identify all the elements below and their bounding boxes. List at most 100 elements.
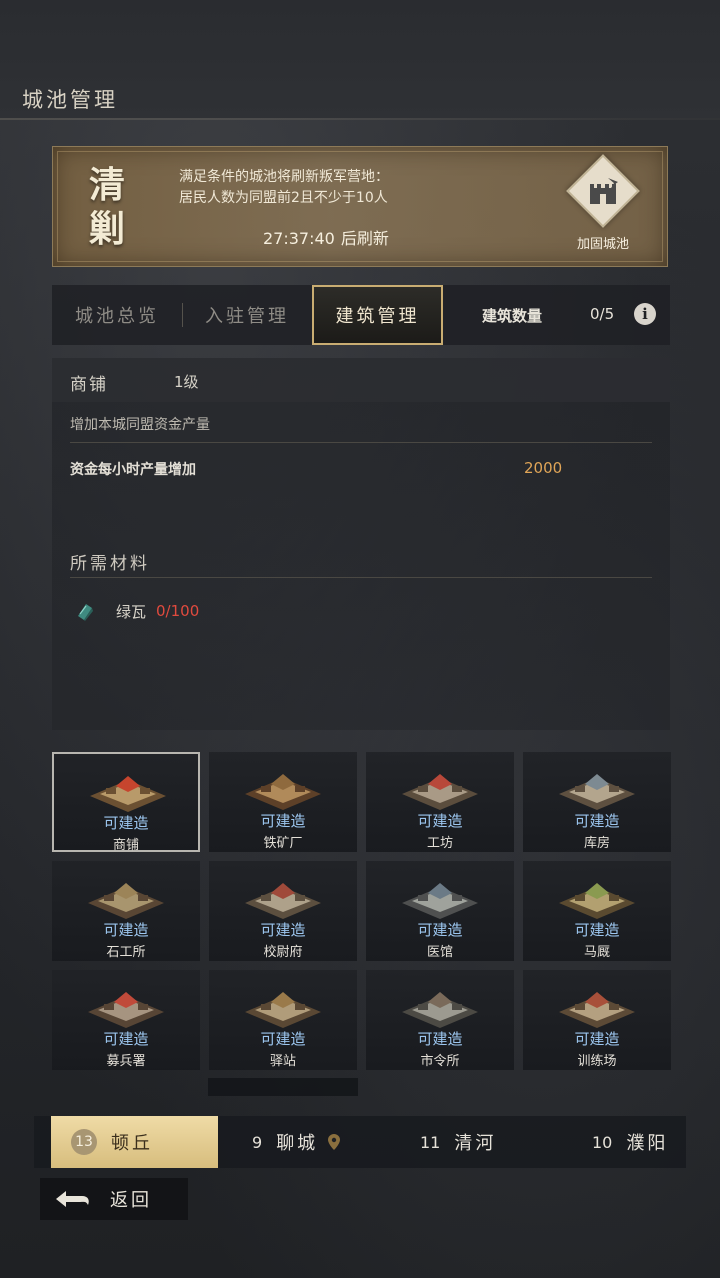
building-cell-name: 马厩 bbox=[583, 945, 610, 960]
building-cell-name: 石工所 bbox=[106, 945, 146, 960]
building-cell[interactable]: 可建造 铁矿厂 bbox=[209, 752, 357, 852]
detail-header: 商铺 1级 bbox=[52, 358, 670, 402]
material-name: 绿瓦 bbox=[116, 602, 147, 621]
building-cell[interactable]: 可建造 训练场 bbox=[523, 970, 671, 1070]
grid-empty-slot bbox=[208, 1078, 358, 1096]
city-name: 聊城 bbox=[276, 1133, 319, 1154]
building-cell-name: 工坊 bbox=[426, 836, 453, 851]
city-number: 10 bbox=[592, 1132, 613, 1152]
building-cell-name: 校尉府 bbox=[263, 945, 303, 960]
building-status: 可建造 bbox=[417, 921, 463, 939]
timer-suffix: 后刷新 bbox=[340, 229, 389, 248]
building-thumbnail-icon bbox=[402, 774, 478, 810]
building-cell-name: 市令所 bbox=[420, 1054, 460, 1069]
building-detail-panel: 商铺 1级 增加本城同盟资金产量 资金每小时产量增加 2000 所需材料 绿瓦 … bbox=[52, 358, 670, 730]
building-thumbnail-icon bbox=[90, 776, 166, 812]
building-thumbnail-icon bbox=[559, 992, 635, 1028]
building-cell-name: 募兵署 bbox=[106, 1054, 146, 1069]
back-arrow-icon bbox=[56, 1191, 89, 1207]
tab-city-overview[interactable]: 城池总览 bbox=[52, 285, 182, 345]
building-cell-name: 商铺 bbox=[112, 838, 139, 853]
timer-value: 27:37:40 bbox=[263, 229, 335, 248]
back-label: 返回 bbox=[110, 1190, 152, 1211]
green-tile-icon bbox=[78, 604, 93, 621]
city-selector: 13 顿丘 9 聊城 11 清河 10 濮阳 bbox=[34, 1116, 686, 1168]
tab-residency-management[interactable]: 入驻管理 bbox=[184, 285, 310, 345]
location-pin-icon bbox=[328, 1134, 341, 1150]
banner-line-1: 满足条件的城池将刷新叛军营地： bbox=[179, 169, 389, 185]
building-status: 可建造 bbox=[574, 812, 620, 830]
building-status: 可建造 bbox=[103, 814, 149, 832]
refresh-timer: 27:37:40 后刷新 bbox=[263, 225, 395, 249]
building-status: 可建造 bbox=[417, 1030, 463, 1048]
building-status: 可建造 bbox=[260, 1030, 306, 1048]
city-name: 顿丘 bbox=[111, 1133, 153, 1154]
building-count-label: 建筑数量 bbox=[482, 307, 543, 325]
tab-building-management[interactable]: 建筑管理 bbox=[312, 285, 443, 345]
tabs-row: 城池总览 入驻管理 建筑管理 建筑数量 0/5 i bbox=[52, 285, 670, 345]
back-button[interactable]: 返回 bbox=[40, 1178, 188, 1220]
building-cell[interactable]: 可建造 石工所 bbox=[52, 861, 200, 961]
building-thumbnail-icon bbox=[402, 883, 478, 919]
city-name: 清河 bbox=[454, 1133, 497, 1154]
building-thumbnail-icon bbox=[559, 774, 635, 810]
building-status: 可建造 bbox=[260, 921, 306, 939]
building-cell[interactable]: 可建造 马厩 bbox=[523, 861, 671, 961]
building-cell[interactable]: 可建造 商铺 bbox=[52, 752, 200, 853]
city-tab-liaocheng[interactable]: 9 聊城 bbox=[252, 1116, 382, 1168]
building-status: 可建造 bbox=[574, 921, 620, 939]
building-description: 增加本城同盟资金产量 bbox=[70, 417, 210, 433]
fortify-city-button[interactable]: 加固城池 bbox=[565, 154, 641, 253]
material-quantity: 0/100 bbox=[156, 602, 200, 620]
building-status: 可建造 bbox=[574, 1030, 620, 1048]
info-icon[interactable]: i bbox=[634, 303, 656, 325]
building-cell-name: 医馆 bbox=[426, 945, 453, 960]
building-thumbnail-icon bbox=[559, 883, 635, 919]
banner-line-2: 居民人数为同盟前2且不少于10人 bbox=[179, 190, 388, 206]
city-tab-dunqiu[interactable]: 13 顿丘 bbox=[51, 1116, 218, 1168]
city-tab-puyang[interactable]: 10 濮阳 bbox=[592, 1116, 692, 1168]
building-status: 可建造 bbox=[417, 812, 463, 830]
building-cell[interactable]: 可建造 校尉府 bbox=[209, 861, 357, 961]
page-title: 城池管理 bbox=[22, 88, 118, 112]
building-grid: 可建造 商铺 可建造 铁矿厂 可建造 工坊 可建造 库房 可建造 石工所 可建造 校尉府 可建造 医馆 可建… bbox=[52, 752, 672, 1098]
building-cell-name: 库房 bbox=[583, 836, 610, 851]
building-thumbnail-icon bbox=[245, 883, 321, 919]
material-row: 绿瓦 0/100 bbox=[74, 598, 199, 624]
fortify-label: 加固城池 bbox=[576, 237, 629, 252]
building-cell[interactable]: 可建造 库房 bbox=[523, 752, 671, 852]
building-thumbnail-icon bbox=[402, 992, 478, 1028]
rebel-camp-banner: 清剿 满足条件的城池将刷新叛军营地： 居民人数为同盟前2且不少于10人 27:3… bbox=[52, 146, 668, 267]
building-thumbnail-icon bbox=[88, 883, 164, 919]
building-thumbnail-icon bbox=[245, 774, 321, 810]
banner-text: 满足条件的城池将刷新叛军营地： 居民人数为同盟前2且不少于10人 bbox=[179, 167, 479, 209]
building-cell[interactable]: 可建造 驿站 bbox=[209, 970, 357, 1070]
city-number: 11 bbox=[420, 1132, 441, 1152]
divider bbox=[70, 442, 652, 443]
materials-title: 所需材料 bbox=[70, 554, 150, 574]
city-name: 濮阳 bbox=[626, 1133, 669, 1154]
building-name: 商铺 bbox=[70, 375, 108, 395]
building-status: 可建造 bbox=[103, 1030, 149, 1048]
fortify-castle-icon bbox=[566, 154, 640, 228]
banner-seal: 清剿 bbox=[88, 164, 125, 250]
city-number: 9 bbox=[252, 1132, 263, 1152]
building-cell[interactable]: 可建造 市令所 bbox=[366, 970, 514, 1070]
stat-label: 资金每小时产量增加 bbox=[70, 462, 196, 478]
stat-value: 2000 bbox=[524, 459, 563, 477]
building-thumbnail-icon bbox=[245, 992, 321, 1028]
building-cell-name: 驿站 bbox=[269, 1054, 296, 1069]
title-underline bbox=[0, 118, 720, 120]
building-cell[interactable]: 可建造 医馆 bbox=[366, 861, 514, 961]
building-level: 1级 bbox=[174, 373, 199, 391]
building-cell[interactable]: 可建造 工坊 bbox=[366, 752, 514, 852]
building-cell[interactable]: 可建造 募兵署 bbox=[52, 970, 200, 1070]
building-status: 可建造 bbox=[260, 812, 306, 830]
building-count-value: 0/5 bbox=[590, 305, 615, 323]
city-tab-qinghe[interactable]: 11 清河 bbox=[420, 1116, 550, 1168]
materials-divider bbox=[70, 577, 652, 578]
city-number-badge: 13 bbox=[71, 1129, 97, 1155]
building-thumbnail-icon bbox=[88, 992, 164, 1028]
building-cell-name: 训练场 bbox=[577, 1054, 617, 1069]
tab-separator bbox=[182, 303, 183, 327]
